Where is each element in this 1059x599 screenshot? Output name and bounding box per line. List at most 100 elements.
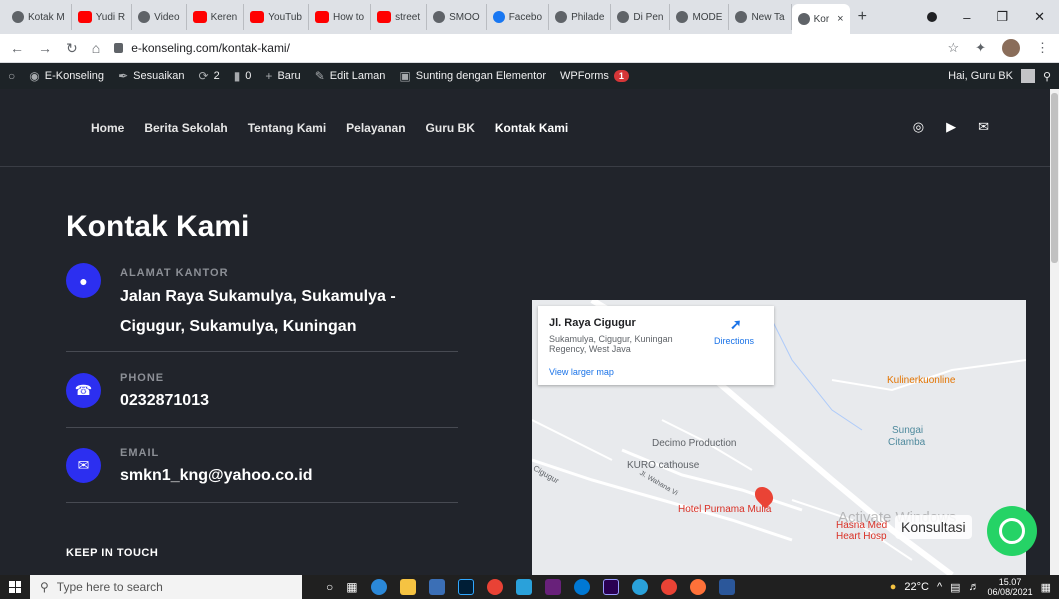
nav-item-home[interactable]: Home	[91, 121, 124, 135]
tab-list: Kotak M Yudi R Video Keren YouTub How to stree…	[6, 0, 850, 34]
phone-block: ☎ PHONE 0232871013	[66, 370, 458, 428]
file-explorer-icon[interactable]	[399, 579, 416, 595]
tab-label: Kotak M	[28, 11, 65, 23]
browser-tab[interactable]: Yudi R	[72, 4, 133, 30]
browser-tab[interactable]: Video	[132, 4, 187, 30]
scrollbar-thumb[interactable]	[1051, 93, 1058, 263]
premiere-icon[interactable]	[602, 579, 619, 595]
nav-item-guru-bk[interactable]: Guru BK	[426, 121, 475, 135]
wp-admin-bar: ○ ◉ E-Konseling ✒ Sesuaikan ⟳ 2 ▮ 0 + Baru ✎ E…	[0, 63, 1059, 89]
volume-icon[interactable]: ♬	[969, 581, 980, 593]
wp-wpforms-link[interactable]: WPForms 1	[560, 70, 629, 82]
tray-overflow-icon[interactable]: ^	[937, 581, 942, 593]
wp-edit-page-link[interactable]: ✎ Edit Laman	[315, 69, 386, 83]
task-view-icon[interactable]: ▦	[346, 580, 357, 594]
start-button[interactable]	[0, 581, 30, 593]
restore-button[interactable]: ❐	[996, 9, 1008, 25]
wp-new-link[interactable]: + Baru	[265, 69, 300, 83]
tab-label: YouTub	[268, 11, 302, 23]
wp-customize-link[interactable]: ✒ Sesuaikan	[118, 69, 184, 83]
store-icon[interactable]	[428, 579, 445, 595]
back-button[interactable]: ←	[10, 40, 24, 56]
cortana-icon[interactable]: ○	[326, 580, 333, 594]
directions-link[interactable]: Directions	[714, 336, 754, 346]
visual-studio-icon[interactable]	[544, 579, 561, 595]
address-label: ALAMAT KANTOR	[120, 267, 229, 279]
home-button[interactable]: ⌂	[92, 40, 100, 56]
tab-active[interactable]: Kor ×	[791, 4, 850, 34]
tab-label: New Ta	[751, 11, 785, 23]
new-tab-button[interactable]: +	[858, 8, 867, 26]
browser-tab[interactable]: Philade	[549, 4, 612, 30]
telegram-badge-icon[interactable]	[515, 579, 532, 595]
nav-item-berita-sekolah[interactable]: Berita Sekolah	[144, 121, 227, 135]
view-larger-map-link[interactable]: View larger map	[549, 367, 614, 377]
wp-updates-link[interactable]: ⟳ 2	[199, 69, 220, 83]
tab-label: Video	[154, 11, 180, 23]
extensions-icon[interactable]: ✦	[975, 40, 986, 56]
wp-comments-link[interactable]: ▮ 0	[234, 69, 252, 83]
chrome-favicon-icon	[735, 11, 748, 23]
network-icon[interactable]: ▤	[950, 581, 960, 594]
directions-icon[interactable]: ➚	[730, 316, 744, 332]
mail-icon[interactable]: ✉	[978, 119, 989, 135]
tab-label: Yudi R	[95, 11, 126, 23]
main-menu: Home Berita Sekolah Tentang Kami Pelayanan G…	[91, 121, 568, 135]
word-icon[interactable]	[718, 579, 735, 595]
browser-tab[interactable]: Facebo	[487, 4, 550, 30]
wp-search-icon[interactable]: ⚲	[1043, 70, 1051, 83]
nav-item-pelayanan[interactable]: Pelayanan	[346, 121, 405, 135]
plus-icon: +	[265, 69, 273, 83]
bookmark-star-icon[interactable]: ☆	[947, 40, 959, 56]
browser-tab[interactable]: How to	[309, 4, 372, 30]
reload-button[interactable]: ↻	[66, 40, 78, 57]
youtube-favicon-icon	[377, 11, 392, 23]
close-window-button[interactable]: ✕	[1034, 9, 1045, 25]
browser-menu-icon[interactable]: ⋮	[1036, 40, 1049, 56]
taskbar-search-input[interactable]: ⚲ Type here to search	[30, 575, 302, 599]
minimize-button[interactable]: –	[963, 10, 970, 25]
browser-icon[interactable]	[660, 579, 677, 595]
firefox-icon[interactable]	[689, 579, 706, 595]
browser-tab[interactable]: New Ta	[729, 4, 792, 30]
youtube-icon[interactable]: ▶	[946, 119, 956, 135]
wp-elementor-link[interactable]: ▣ Sunting dengan Elementor	[399, 69, 546, 83]
browser-tab[interactable]: Kotak M	[6, 4, 72, 30]
browser-tab[interactable]: Di Pen	[611, 4, 671, 30]
wp-account-link[interactable]: Hai, Guru BK	[948, 70, 1013, 82]
browser-tab[interactable]: street	[371, 4, 428, 30]
edge-icon[interactable]	[370, 579, 387, 595]
chrome-icon[interactable]	[486, 579, 503, 595]
page-scrollbar[interactable]	[1050, 89, 1059, 575]
whatsapp-button[interactable]	[987, 506, 1037, 556]
konsultasi-label[interactable]: Konsultasi	[895, 515, 972, 539]
browser-tab[interactable]: Keren	[187, 4, 245, 30]
instagram-icon[interactable]: ◎	[913, 119, 924, 135]
wordpress-logo-icon[interactable]: ○	[8, 69, 15, 83]
url-input[interactable]: e-konseling.com/kontak-kami/	[114, 37, 933, 59]
divider	[66, 502, 458, 503]
email-value: smkn1_kng@yahoo.co.id	[120, 467, 313, 484]
youtube-favicon-icon	[315, 11, 329, 23]
clock[interactable]: 15.07 06/08/2021	[988, 577, 1033, 597]
chrome-favicon-icon	[797, 13, 810, 25]
wp-site-link[interactable]: ◉ E-Konseling	[29, 69, 104, 83]
weather-icon: ●	[889, 581, 897, 593]
weather-temp[interactable]: 22°C	[904, 581, 929, 593]
tab-label: Keren	[210, 11, 238, 23]
browser-tab[interactable]: MODE	[670, 4, 730, 30]
telegram-icon[interactable]	[631, 579, 648, 595]
profile-avatar[interactable]	[1002, 39, 1020, 57]
location-pin-icon: ●	[66, 263, 101, 298]
app-icon[interactable]	[573, 579, 590, 595]
browser-tab[interactable]: SMOO	[427, 4, 487, 30]
browser-tab[interactable]: YouTub	[244, 4, 309, 30]
nav-item-kontak-kami[interactable]: Kontak Kami	[495, 121, 568, 135]
photoshop-icon[interactable]	[457, 579, 474, 595]
forward-button[interactable]: →	[38, 40, 52, 56]
notification-icon[interactable]: ▦	[1041, 581, 1051, 594]
nav-item-tentang-kami[interactable]: Tentang Kami	[248, 121, 326, 135]
youtube-favicon-icon	[77, 11, 92, 23]
close-tab-icon[interactable]: ×	[837, 13, 843, 25]
map-label-decimo: Decimo Production	[652, 438, 737, 449]
